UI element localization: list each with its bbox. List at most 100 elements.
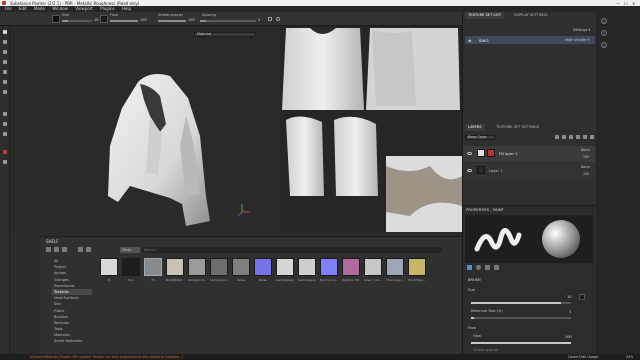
shelf-thumb-label-7: Noise <box>258 278 268 282</box>
tab-layers[interactable]: LAYERS <box>465 124 485 131</box>
lazy-mouse-icon[interactable] <box>276 17 280 21</box>
tab-texture-set-list[interactable]: TEXTURE SET LIST <box>465 12 505 19</box>
layer-row-fill[interactable]: Fill layer 1 Norm 100 <box>463 146 595 162</box>
layer-blend-mode[interactable]: Norm <box>581 148 590 152</box>
layer-visibility-icon[interactable] <box>467 152 472 155</box>
shelf-thumb-9[interactable] <box>298 258 316 276</box>
shelf-thumb-0[interactable] <box>100 258 118 276</box>
shelf-thumb-11[interactable] <box>342 258 360 276</box>
shelf-thumb-7[interactable] <box>254 258 272 276</box>
projection-icon[interactable] <box>3 50 7 54</box>
stroke-opacity-slider[interactable] <box>158 20 186 22</box>
prop-min-size-slider[interactable] <box>471 317 571 319</box>
brush-preset-icon-2[interactable] <box>100 15 108 23</box>
eraser-icon[interactable] <box>3 40 7 44</box>
layer-blend-mode[interactable]: Norm <box>581 165 590 169</box>
viewport-3d[interactable]: Material <box>10 26 280 232</box>
stroke-opacity-value[interactable]: 100 <box>188 18 195 22</box>
shelf-add-icon[interactable] <box>54 247 59 252</box>
stencil-tab-icon[interactable] <box>485 265 490 270</box>
brush-preset-icon[interactable] <box>52 15 60 23</box>
add-mask-icon[interactable] <box>562 135 566 139</box>
clone-icon[interactable] <box>3 80 7 84</box>
minimize-button[interactable]: — <box>616 1 620 6</box>
shelf-thumb-3[interactable] <box>166 258 184 276</box>
shelf-thumb-2[interactable] <box>144 258 162 276</box>
layer-opacity[interactable]: 100 <box>583 172 589 176</box>
record-icon[interactable] <box>3 150 7 154</box>
layer-channel-dropdown[interactable]: Base Color <box>465 135 495 140</box>
paint-brush-icon[interactable] <box>3 30 7 34</box>
texture-set-dock-icon[interactable] <box>601 18 607 24</box>
tab-texture-set-settings[interactable]: TEXTURE SET SETTINGS <box>493 124 542 131</box>
camera-icon[interactable] <box>3 112 7 116</box>
layer-opacity[interactable]: 100 <box>583 155 589 159</box>
layers-dock-icon[interactable] <box>601 30 607 36</box>
alpha-tab-icon[interactable] <box>476 265 481 270</box>
bake-icon[interactable] <box>3 132 7 136</box>
close-button[interactable]: ✕ <box>632 1 635 6</box>
shelf-thumb-8[interactable] <box>276 258 294 276</box>
texture-set-eye-icon[interactable]: ◉ <box>468 38 472 43</box>
shelf-folder-icon[interactable] <box>46 247 51 252</box>
shelf-thumb-label-9: Gamedesig... <box>298 278 316 282</box>
shelf-thumb-14[interactable] <box>408 258 426 276</box>
prop-min-size-value[interactable]: 3 <box>569 310 571 314</box>
texture-set-name: SHE1 <box>479 37 490 43</box>
shelf-category-smart-materials[interactable]: Smart materials <box>52 338 92 344</box>
shelf-thumb-label-12: Linen_colo... <box>364 278 382 282</box>
shelf-thumb-4[interactable] <box>188 258 206 276</box>
prop-flow-value[interactable]: 100 <box>565 335 572 339</box>
window-title: Substance Painter (2/2.1) - PBR - Metall… <box>10 0 140 6</box>
prop-flow-slider[interactable] <box>471 342 571 344</box>
history-dock-icon[interactable] <box>601 42 607 48</box>
maximize-button[interactable]: ☐ <box>624 1 628 6</box>
shelf-grid-icon[interactable] <box>86 247 91 252</box>
material-tab-icon[interactable] <box>494 265 499 270</box>
shelf-settings-icon[interactable] <box>78 247 83 252</box>
screenshot-icon[interactable] <box>3 160 7 164</box>
symmetry-icon[interactable] <box>268 17 272 21</box>
add-fill-icon[interactable] <box>569 135 573 139</box>
layer-row-paint[interactable]: Layer 1 Norm 100 <box>463 163 595 179</box>
shelf-thumb-label-13: Thickness ... <box>386 278 404 282</box>
spacing-slider[interactable] <box>200 20 256 22</box>
brush-tab-icon[interactable] <box>467 265 472 270</box>
color-picker-icon[interactable] <box>3 90 7 94</box>
spacing-value[interactable]: 5 <box>258 18 260 22</box>
shelf-thumb-label-2: f3 <box>151 278 155 282</box>
shelf-categories: All Project Alphas Grunges Procedurals T… <box>52 258 92 345</box>
add-effect-icon[interactable] <box>555 135 559 139</box>
shelf-thumb-13[interactable] <box>386 258 404 276</box>
layer-visibility-icon[interactable] <box>467 169 472 172</box>
shelf-filter-chip[interactable]: Textu <box>120 247 140 253</box>
shelf-panel: SHELF Textu Search... <box>40 236 462 354</box>
pen-pressure-icon[interactable] <box>579 294 585 300</box>
add-layer-icon[interactable] <box>576 135 580 139</box>
flow-value[interactable]: 100 <box>140 18 147 22</box>
add-folder-icon[interactable] <box>583 135 587 139</box>
smudge-icon[interactable] <box>3 70 7 74</box>
tab-display-settings[interactable]: DISPLAY SETTINGS <box>511 12 551 19</box>
polygon-fill-icon[interactable] <box>3 60 7 64</box>
shelf-thumb-12[interactable] <box>364 258 382 276</box>
texture-set-shader[interactable]: Main shader ▾ <box>565 38 589 42</box>
shelf-title: SHELF <box>46 239 59 244</box>
shelf-thumb-5[interactable] <box>210 258 228 276</box>
texture-set-settings-dropdown[interactable]: Settings ▾ <box>573 28 590 32</box>
shelf-thumb-6[interactable] <box>232 258 250 276</box>
prop-size-value[interactable]: 10 <box>567 295 571 299</box>
shelf-import-icon[interactable] <box>62 247 67 252</box>
size-slider[interactable] <box>62 20 92 22</box>
shelf-search-input[interactable]: Search... <box>142 247 442 253</box>
shelf-thumb-1[interactable] <box>122 258 140 276</box>
size-value[interactable]: 10 <box>94 18 98 22</box>
flow-label: Flow <box>110 13 118 17</box>
prop-size-slider[interactable] <box>471 302 571 304</box>
settings-icon[interactable] <box>3 122 7 126</box>
shelf-thumb-10[interactable] <box>320 258 338 276</box>
texture-set-row[interactable]: ◉ SHE1 Main shader ▾ <box>465 36 595 44</box>
viewport-2d[interactable]: Material <box>280 26 462 232</box>
delete-layer-icon[interactable] <box>590 135 594 139</box>
flow-slider[interactable] <box>110 20 138 22</box>
